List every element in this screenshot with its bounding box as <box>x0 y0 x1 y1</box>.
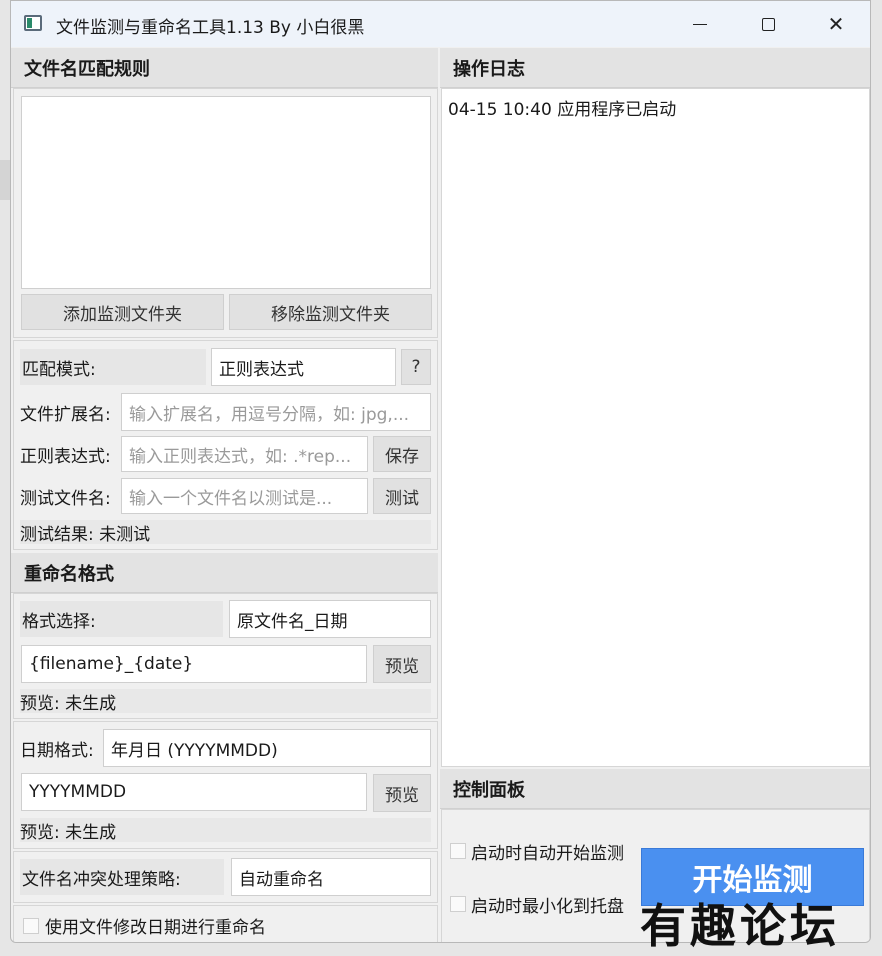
format-preview-text: 预览: 未生成 <box>20 689 431 714</box>
conflict-label: 文件名冲突处理策略: <box>20 859 224 895</box>
maximize-icon <box>761 17 775 31</box>
test-button[interactable]: 测试 <box>373 478 431 514</box>
save-button[interactable]: 保存 <box>373 436 431 472</box>
date-template-input[interactable]: YYYYMMDD <box>21 773 367 811</box>
minimize-tray-label: 启动时最小化到托盘 <box>471 896 624 917</box>
app-icon <box>24 15 42 31</box>
auto-start-checkbox[interactable] <box>450 843 466 859</box>
log-area[interactable]: 04-15 10:40 应用程序已启动 <box>441 88 870 767</box>
mod-date-panel: 使用文件修改日期进行重命名 <box>13 905 438 942</box>
app-window: 文件监测与重命名工具1.13 By 小白很黑 ✕ 文件名匹配规则 添加监测文件夹… <box>10 0 871 943</box>
title-bar: 文件监测与重命名工具1.13 By 小白很黑 ✕ <box>11 1 870 47</box>
conflict-select[interactable]: 自动重命名 <box>231 858 431 896</box>
remove-folder-button[interactable]: 移除监测文件夹 <box>229 294 432 330</box>
minimize-tray-checkbox[interactable] <box>450 896 466 912</box>
rename-format-header: 重命名格式 <box>11 553 438 593</box>
regex-input[interactable]: 输入正则表达式，如: .*rep... <box>121 436 368 472</box>
log-line: 04-15 10:40 应用程序已启动 <box>448 100 677 120</box>
log-header: 操作日志 <box>440 48 870 88</box>
test-result-text: 测试结果: 未测试 <box>20 520 431 545</box>
add-folder-button[interactable]: 添加监测文件夹 <box>21 294 224 330</box>
maximize-button[interactable] <box>733 1 803 47</box>
format-select-label: 格式选择: <box>20 601 223 637</box>
extension-label: 文件扩展名: <box>20 404 111 425</box>
date-preview-button[interactable]: 预览 <box>373 774 431 812</box>
extension-input[interactable]: 输入扩展名，用逗号分隔，如: jpg,... <box>121 393 431 431</box>
test-filename-label: 测试文件名: <box>20 488 111 509</box>
use-mod-date-checkbox[interactable] <box>23 918 39 934</box>
date-format-select[interactable]: 年月日 (YYYYMMDD) <box>103 729 431 767</box>
minimize-button[interactable] <box>665 1 735 47</box>
close-icon: ✕ <box>827 12 845 36</box>
date-preview-text: 预览: 未生成 <box>20 818 431 843</box>
match-mode-label: 匹配模式: <box>20 349 206 385</box>
match-rules-header: 文件名匹配规则 <box>11 48 438 88</box>
window-title: 文件监测与重命名工具1.13 By 小白很黑 <box>56 18 365 38</box>
test-filename-input[interactable]: 输入一个文件名以测试是... <box>121 478 368 514</box>
date-format-label: 日期格式: <box>20 740 94 761</box>
date-format-panel: 日期格式: 年月日 (YYYYMMDD) YYYYMMDD 预览 预览: 未生成 <box>13 721 438 849</box>
regex-label: 正则表达式: <box>20 446 111 467</box>
use-mod-date-label: 使用文件修改日期进行重命名 <box>45 917 266 938</box>
help-button[interactable]: ? <box>401 349 431 385</box>
match-settings-panel: 匹配模式: 正则表达式 ? 文件扩展名: 输入扩展名，用逗号分隔，如: jpg,… <box>13 340 438 550</box>
format-template-input[interactable]: {filename}_{date} <box>21 645 367 683</box>
format-preview-button[interactable]: 预览 <box>373 645 431 683</box>
folder-panel: 添加监测文件夹 移除监测文件夹 <box>13 88 438 338</box>
control-panel-header: 控制面板 <box>440 769 870 809</box>
minimize-icon <box>693 23 707 25</box>
format-panel: 格式选择: 原文件名_日期 {filename}_{date} 预览 预览: 未… <box>13 593 438 719</box>
folder-list[interactable] <box>21 96 431 289</box>
watermark-logo: 有趣论坛 <box>640 899 840 953</box>
format-select[interactable]: 原文件名_日期 <box>229 600 431 638</box>
conflict-panel: 文件名冲突处理策略: 自动重命名 <box>13 851 438 903</box>
match-mode-select[interactable]: 正则表达式 <box>211 348 396 386</box>
close-button[interactable]: ✕ <box>801 1 870 47</box>
auto-start-label: 启动时自动开始监测 <box>471 843 624 864</box>
